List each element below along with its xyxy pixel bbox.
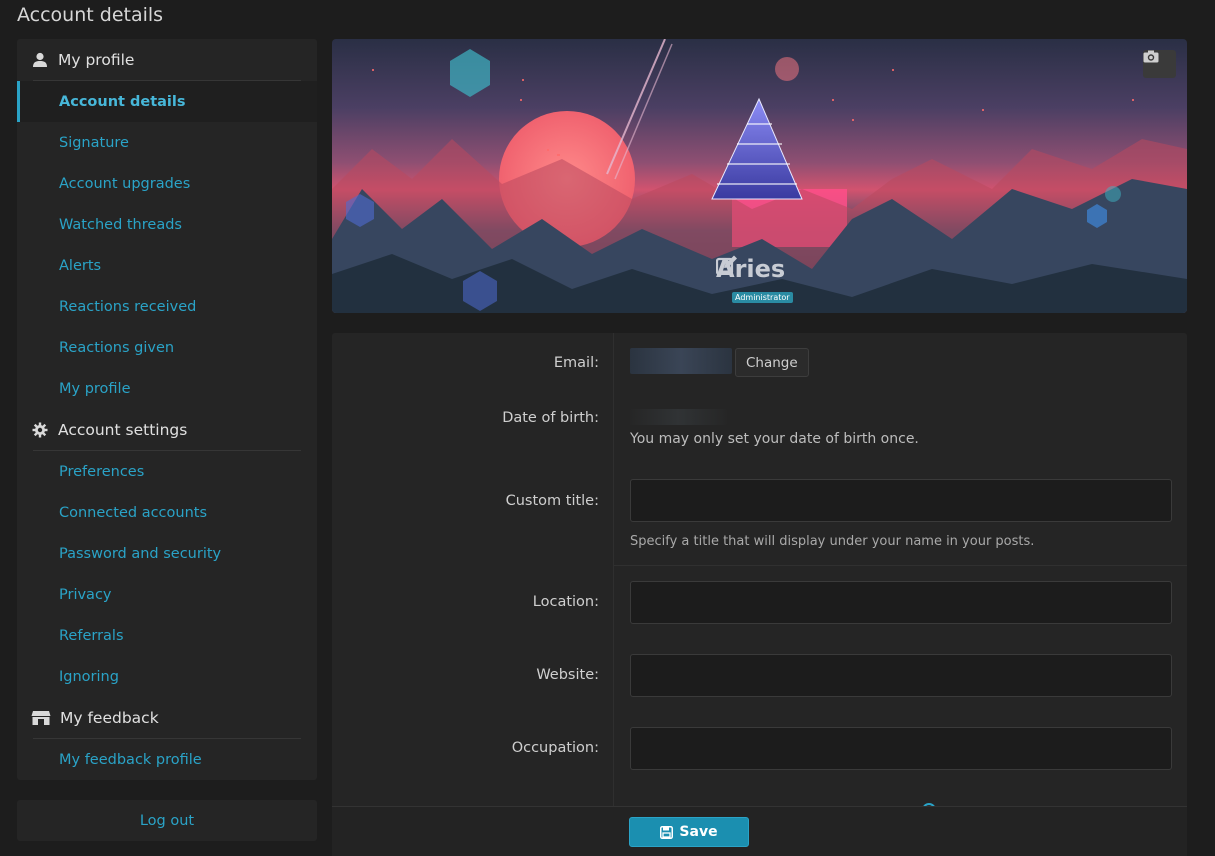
website-label: Website: [536, 667, 599, 683]
group-my-profile: My profile [17, 39, 317, 80]
change-email-button[interactable]: Change [735, 348, 809, 377]
occupation-label: Occupation: [511, 740, 599, 756]
sidebar-item-referrals[interactable]: Referrals [17, 615, 317, 656]
sidebar-item-signature[interactable]: Signature [17, 122, 317, 163]
page-title: Account details [17, 4, 164, 26]
sidebar-item-account-details[interactable]: Account details [17, 81, 317, 122]
sidebar-item-password-security[interactable]: Password and security [17, 533, 317, 574]
group-title: My feedback [60, 708, 159, 727]
sidebar: My profile Account details Signature Acc… [17, 39, 317, 780]
group-account-settings: Account settings [17, 409, 317, 450]
column-divider [613, 333, 614, 806]
gear-icon [31, 421, 49, 439]
store-icon [31, 709, 51, 727]
custom-title-label: Custom title: [505, 493, 599, 509]
logout-button[interactable]: Log out [17, 800, 317, 841]
custom-title-hint: Specify a title that will display under … [630, 534, 1035, 549]
dob-value-masked [630, 409, 727, 425]
user-icon [31, 51, 49, 69]
dob-hint: You may only set your date of birth once… [630, 431, 919, 447]
sidebar-item-my-profile[interactable]: My profile [17, 368, 317, 409]
profile-banner: Aries Administrator [332, 39, 1187, 313]
save-label: Save [679, 824, 718, 840]
group-my-feedback: My feedback [17, 697, 317, 738]
form-footer: Save [332, 806, 1187, 856]
sidebar-item-reactions-received[interactable]: Reactions received [17, 286, 317, 327]
website-input[interactable] [630, 654, 1172, 697]
sidebar-item-privacy[interactable]: Privacy [17, 574, 317, 615]
change-banner-button[interactable] [1143, 50, 1176, 78]
save-icon [660, 825, 674, 839]
sidebar-item-ignoring[interactable]: Ignoring [17, 656, 317, 697]
sidebar-item-alerts[interactable]: Alerts [17, 245, 317, 286]
sidebar-item-my-feedback-profile[interactable]: My feedback profile [17, 739, 317, 780]
location-input[interactable] [630, 581, 1172, 624]
location-label: Location: [532, 594, 599, 610]
dob-label: Date of birth: [502, 410, 599, 426]
occupation-input[interactable] [630, 727, 1172, 770]
role-badge: Administrator [732, 292, 793, 303]
row-divider [614, 565, 1187, 566]
username-heading: Aries [716, 255, 791, 283]
group-title: Account settings [58, 420, 188, 439]
sidebar-item-watched-threads[interactable]: Watched threads [17, 204, 317, 245]
sidebar-item-reactions-given[interactable]: Reactions given [17, 327, 317, 368]
email-label: Email: [553, 355, 599, 371]
custom-title-input[interactable] [630, 479, 1172, 522]
sidebar-item-account-upgrades[interactable]: Account upgrades [17, 163, 317, 204]
group-title: My profile [58, 50, 135, 69]
sidebar-item-connected-accounts[interactable]: Connected accounts [17, 492, 317, 533]
email-value-masked [630, 348, 732, 374]
save-button[interactable]: Save [629, 817, 749, 847]
account-details-form: Email: Change Date of birth: You may onl… [332, 333, 1187, 856]
sidebar-item-preferences[interactable]: Preferences [17, 451, 317, 492]
